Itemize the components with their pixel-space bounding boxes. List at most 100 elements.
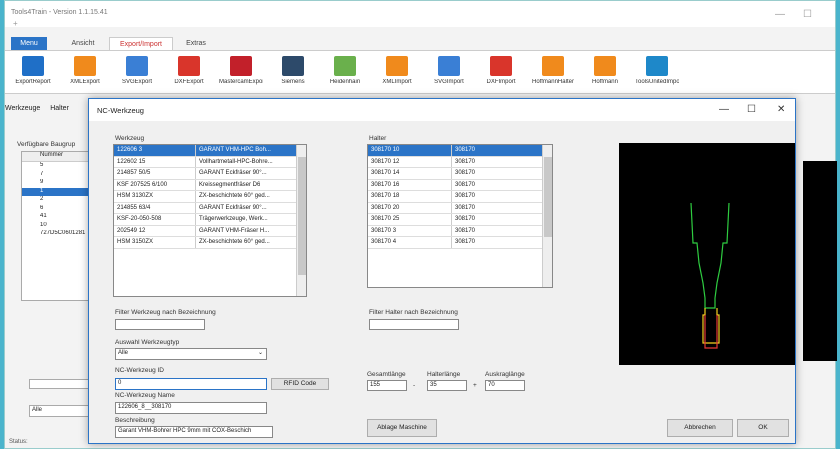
ribbon-button-siemens[interactable]: Siemens — [271, 53, 315, 93]
ribbon-button-label: ExportReport — [15, 79, 51, 85]
table-row[interactable]: 308170 20 308170 — [368, 202, 544, 214]
cell-description: GARANT VHM-HPC Boh... — [199, 147, 271, 153]
tab-extras[interactable]: Extras — [181, 37, 211, 50]
table-row[interactable]: 214855 63/4 GARANT Eckfräser 90°... — [114, 202, 298, 214]
scroll-thumb[interactable] — [544, 157, 552, 237]
minimize-icon[interactable]: — — [719, 104, 729, 115]
nc-id-label: NC-Werkzeug ID — [115, 367, 165, 374]
ribbon-button-label: ToolsUnitedImport — [635, 79, 679, 85]
tab-halter[interactable]: Halter — [50, 105, 69, 112]
gesamtlaenge-label: Gesamtlänge — [367, 371, 406, 378]
cell-description: 308170 — [455, 204, 476, 211]
halter-scrollbar[interactable] — [542, 145, 552, 287]
ribbon-button-hoffmannhalter[interactable]: HoffmannHalter — [531, 53, 575, 93]
cell-description: 308170 — [455, 239, 476, 245]
table-row[interactable]: 308170 12 308170 — [368, 156, 544, 168]
cell-id: 202549 12 — [114, 225, 196, 236]
werkzeug-scrollbar[interactable] — [296, 145, 306, 296]
report-icon — [22, 56, 44, 76]
nc-name-label: NC-Werkzeug Name — [115, 392, 175, 399]
halter-label: Halter — [369, 135, 387, 142]
table-row[interactable]: 308170 14 308170 — [368, 168, 544, 180]
tab-werkzeuge[interactable]: Werkzeuge — [5, 105, 40, 112]
ribbon-button-label: SVGExport — [121, 79, 152, 85]
baugruppe-label: Verfügbare Baugrup — [17, 141, 76, 148]
nc-name-input[interactable]: 122606_8__308170 — [115, 402, 267, 414]
rfid-code-button[interactable]: RFID Code — [271, 378, 329, 390]
ribbon-button-heidenhain[interactable]: Heidenhain — [323, 53, 367, 93]
table-row[interactable]: 308170 3 308170 — [368, 225, 544, 237]
cell-id: 308170 12 — [368, 156, 452, 167]
cell-id: 308170 4 — [368, 237, 452, 248]
left-combo[interactable]: Alle — [29, 405, 93, 417]
cell-id: 308170 3 — [368, 225, 452, 236]
minimize-icon[interactable]: — — [775, 9, 785, 20]
table-row[interactable]: 308170 25 308170 — [368, 214, 544, 226]
table-row[interactable]: 122606 3 GARANT VHM-HPC Boh... — [114, 145, 298, 157]
cell-id: 308170 18 — [368, 191, 452, 202]
ribbon-tabs: Menu Ansicht Export/Import Extras — [5, 37, 835, 50]
svg-icon — [126, 56, 148, 76]
heidenhain-icon — [334, 56, 356, 76]
table-row[interactable]: KSF 207525 6/100 Kreissegmentfräser D6 — [114, 179, 298, 191]
ribbon-button-toolsunitedimport[interactable]: ToolsUnitedImport — [635, 53, 679, 93]
werkzeug-list: 122606 3 GARANT VHM-HPC Boh... 122602 15 Vo… — [113, 144, 307, 297]
cell-description: ZX-beschichtete 60° ged... — [199, 239, 270, 245]
ribbon-button-hoffmann[interactable]: Hoffmann — [583, 53, 627, 93]
ok-button[interactable]: OK — [737, 419, 789, 437]
table-row[interactable]: 308170 10 308170 — [368, 145, 544, 157]
ribbon-button-svgimport[interactable]: SVGImport — [427, 53, 471, 93]
ribbon-button-exportreport[interactable]: ExportReport — [11, 53, 55, 93]
table-row[interactable]: 308170 18 308170 — [368, 191, 544, 203]
table-row[interactable]: 308170 4 308170 — [368, 237, 544, 249]
left-filter-input[interactable] — [29, 379, 93, 389]
auswahl-label: Auswahl Werkzeugtyp — [115, 339, 180, 346]
nc-werkzeug-dialog: NC-Werkzeug — ☐ ✕ Werkzeug 122606 3 GARAN… — [88, 98, 796, 444]
tab-menu[interactable]: Menu — [11, 37, 47, 50]
tab-export-import[interactable]: Export/Import — [109, 37, 173, 50]
halter-list: 308170 10 308170 308170 12 308170 308170 14 3… — [367, 144, 553, 288]
ribbon-button-mastercamexport[interactable]: MastercamExport — [219, 53, 263, 93]
auskraglaenge-input[interactable]: 70 — [485, 380, 525, 391]
table-row[interactable]: HSM 3150ZX ZX-beschichtete 60° ged... — [114, 237, 298, 249]
new-tab-icon[interactable]: + — [13, 19, 18, 28]
cell-description: 308170 — [455, 193, 476, 199]
filter-halter-label: Filter Halter nach Bezeichnung — [369, 309, 458, 316]
svg-icon — [438, 56, 460, 76]
filter-werkzeug-input[interactable] — [115, 319, 205, 330]
ribbon-button-label: SVGImport — [434, 79, 464, 85]
table-row[interactable]: 122602 15 Vollhartmetall-HPC-Bohre... — [114, 156, 298, 168]
maximize-icon[interactable]: ☐ — [803, 9, 812, 20]
cell-description: 308170 — [455, 147, 476, 153]
maximize-icon[interactable]: ☐ — [747, 104, 756, 115]
gesamtlaenge-input[interactable]: 155 — [367, 380, 407, 391]
ablage-maschine-button[interactable]: Ablage Maschine — [367, 419, 437, 437]
ribbon-button-xmlimport[interactable]: XMLImport — [375, 53, 419, 93]
abbrechen-button[interactable]: Abbrechen — [667, 419, 733, 437]
table-row[interactable]: 214857 50/5 GARANT Eckfräser 90°... — [114, 168, 298, 180]
table-row[interactable]: 308170 16 308170 — [368, 179, 544, 191]
beschreibung-input[interactable]: Garant VHM-Bohrer HPC 9mm mit COX-Beschi… — [115, 426, 273, 438]
cell-id: 122602 15 — [114, 156, 196, 167]
werkzeugtyp-value: Alle — [118, 350, 129, 356]
table-row[interactable]: HSM 3130ZX ZX-beschichtete 60° ged... — [114, 191, 298, 203]
ribbon-button-xmlexport[interactable]: XMLExport — [63, 53, 107, 93]
cell-id: HSM 3150ZX — [114, 237, 196, 248]
ribbon-button-dxfexport[interactable]: DXFExport — [167, 53, 211, 93]
close-icon[interactable]: ✕ — [777, 104, 785, 115]
nc-id-input[interactable]: 0 — [115, 378, 267, 390]
halterlaenge-input[interactable]: 35 — [427, 380, 467, 391]
scroll-thumb[interactable] — [298, 157, 306, 275]
cell-description: GARANT VHM-Fräser H... — [199, 227, 270, 234]
table-row[interactable]: KSF-20-050-508 Trägerwerkzeuge, Werk... — [114, 214, 298, 226]
filter-halter-input[interactable] — [369, 319, 459, 330]
table-row[interactable]: 202549 12 GARANT VHM-Fräser H... — [114, 225, 298, 237]
cell-description: Vollhartmetall-HPC-Bohre... — [199, 158, 273, 165]
ribbon-button-dxfimport[interactable]: DXFImport — [479, 53, 523, 93]
ribbon-toolbar: ExportReport XMLExport SVGExport DXFExport M… — [5, 50, 835, 94]
werkzeugtyp-select[interactable]: Alle ⌄ — [115, 348, 267, 360]
cell-id: 308170 10 — [368, 145, 452, 156]
cell-id: 214857 50/5 — [114, 168, 196, 179]
tab-ansicht[interactable]: Ansicht — [63, 37, 103, 50]
ribbon-button-svgexport[interactable]: SVGExport — [115, 53, 159, 93]
